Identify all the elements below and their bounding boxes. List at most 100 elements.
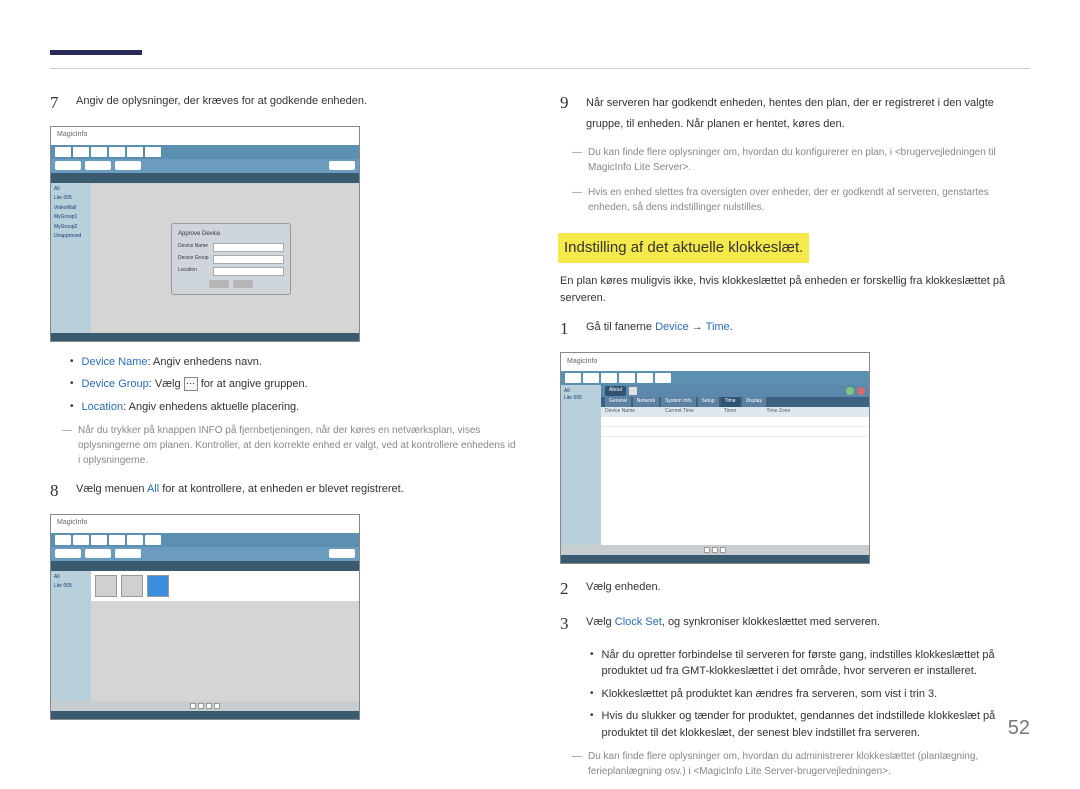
- ss-button: [329, 161, 355, 170]
- nav-icon: [601, 373, 617, 383]
- note-dash-icon: ―: [572, 145, 582, 175]
- ss-device-area: [91, 571, 359, 601]
- bullet-item: • Device Name: Angiv enhedens navn.: [70, 354, 520, 371]
- right-column: 9 Når serveren har godkendt enheden, hen…: [560, 90, 1030, 789]
- term-location: Location: [82, 401, 124, 413]
- ss-button: [55, 161, 81, 170]
- tab: System Info: [661, 397, 695, 407]
- modal-input: [213, 243, 284, 252]
- link-time: Time: [706, 321, 730, 333]
- text-prefix: Gå til fanerne: [586, 321, 655, 333]
- bullet-content: Location: Angiv enhedens aktuelle placer…: [82, 399, 300, 416]
- text-suffix: for at kontrollere, at enheden er blevet…: [159, 483, 404, 495]
- text-prefix: Vælg: [586, 616, 615, 628]
- nav-icon: [109, 147, 125, 157]
- note-dash-icon: ―: [62, 423, 72, 468]
- ss-logo: MagicInfo: [57, 130, 87, 141]
- note-text: Du kan finde flere oplysninger om, hvord…: [588, 145, 1030, 175]
- device-tile: [95, 575, 117, 597]
- page-dot: [214, 703, 220, 709]
- note: ― Du kan finde flere oplysninger om, hvo…: [572, 145, 1030, 175]
- section-heading: Indstilling af det aktuelle klokkeslæt.: [558, 233, 809, 264]
- bullet-dot: •: [70, 376, 74, 393]
- ss-titlebar: MagicInfo: [51, 515, 359, 533]
- bullet-content: Device Group: Vælg ⋯ for at angive grupp…: [82, 376, 308, 393]
- bullet-item: • Hvis du slukker og tænder for produkte…: [590, 708, 1030, 741]
- ss-nav: [561, 371, 869, 385]
- term-device-group: Device Group: [82, 378, 149, 390]
- nav-icon: [145, 147, 161, 157]
- bullet-text: : Angiv enhedens aktuelle placering.: [123, 401, 299, 413]
- ss-logo: MagicInfo: [57, 518, 87, 529]
- page-dot: [190, 703, 196, 709]
- bullet-content: Device Name: Angiv enhedens navn.: [82, 354, 262, 371]
- modal-input: [213, 255, 284, 264]
- bullet-dot: •: [590, 686, 594, 703]
- ss-footer: [51, 711, 359, 719]
- modal-label: Location: [178, 267, 213, 275]
- bullet-text: Hvis du slukker og tænder for produktet,…: [602, 708, 1030, 741]
- arrow: →: [689, 321, 706, 333]
- ss-nav: [51, 533, 359, 547]
- ss-body: AllLite 005VideoWallMyGroup1MyGroup2Unap…: [51, 183, 359, 333]
- step-1: 1 Gå til fanerne Device → Time.: [560, 316, 1030, 342]
- tab: Setup: [698, 397, 719, 407]
- bullet-list: • Device Name: Angiv enhedens navn. • De…: [70, 354, 520, 416]
- nav-icon: [73, 535, 89, 545]
- tab: Network: [633, 397, 659, 407]
- bullet-dot: •: [590, 647, 594, 680]
- nav-icon: [109, 535, 125, 545]
- nav-icon: [55, 147, 71, 157]
- period: .: [730, 321, 733, 333]
- step-number: 8: [50, 478, 64, 504]
- col-header: Timer: [724, 408, 737, 416]
- text-suffix: , og synkroniser klokkeslættet med serve…: [662, 616, 880, 628]
- nav-icon: [637, 373, 653, 383]
- col-header: Device Name: [605, 408, 635, 416]
- screenshot-device-time: MagicInfo AllLite 005 About: [560, 352, 870, 564]
- ss-sub-bar: [51, 547, 359, 561]
- nav-icon: [91, 147, 107, 157]
- ss-tabrow: General Network System Info Setup Time D…: [601, 397, 869, 407]
- note-dash-icon: ―: [572, 749, 582, 779]
- left-column: 7 Angiv de oplysninger, der kræves for a…: [50, 90, 520, 789]
- page-dot: [720, 547, 726, 553]
- note-text: Du kan finde flere oplysninger om, hvord…: [588, 749, 1030, 779]
- ss-button: [85, 161, 111, 170]
- page-dot: [198, 703, 204, 709]
- step-text: Gå til fanerne Device → Time.: [586, 316, 1030, 342]
- bullet-text: : Angiv enhedens navn.: [148, 356, 262, 368]
- note-text: Når du trykker på knappen INFO på fjernb…: [78, 423, 520, 468]
- step-number: 2: [560, 576, 574, 602]
- page-number: 52: [1008, 713, 1030, 743]
- nav-icon: [619, 373, 635, 383]
- step-number: 1: [560, 316, 574, 342]
- text-prefix: Vælg menuen: [76, 483, 147, 495]
- ss-button: [55, 549, 81, 558]
- step-7: 7 Angiv de oplysninger, der kræves for a…: [50, 90, 520, 116]
- modal-row: Device Name: [178, 243, 284, 252]
- bullet-dot: •: [590, 708, 594, 741]
- device-tile: [121, 575, 143, 597]
- step-number: 9: [560, 90, 574, 135]
- ss-button: [329, 549, 355, 558]
- paragraph: En plan køres muligvis ikke, hvis klokke…: [560, 273, 1030, 306]
- ss-modal-approve: Approve Device Device Name Device Group …: [171, 223, 291, 295]
- nav-icon: [127, 535, 143, 545]
- bullet-item: • Location: Angiv enhedens aktuelle plac…: [70, 399, 520, 416]
- ss-titlebar: MagicInfo: [561, 353, 869, 371]
- step-8: 8 Vælg menuen All for at kontrollere, at…: [50, 478, 520, 504]
- modal-row: Device Group: [178, 255, 284, 264]
- col-header: Current Time: [665, 408, 694, 416]
- note: ― Når du trykker på knappen INFO på fjer…: [62, 423, 520, 468]
- nav-icon: [127, 147, 143, 157]
- ss-sidebar: AllLite 005: [561, 385, 601, 545]
- list-header: Device Name Current Time Timer Time Zone: [601, 407, 869, 417]
- tab-active: Time: [721, 397, 740, 407]
- ss-pagination: [51, 701, 359, 711]
- bullet-text: Når du opretter forbindelse til serveren…: [602, 647, 1030, 680]
- link-all: All: [147, 483, 159, 495]
- cancel-button: [233, 280, 253, 288]
- step-text: Angiv de oplysninger, der kræves for at …: [76, 90, 520, 116]
- page-dot: [704, 547, 710, 553]
